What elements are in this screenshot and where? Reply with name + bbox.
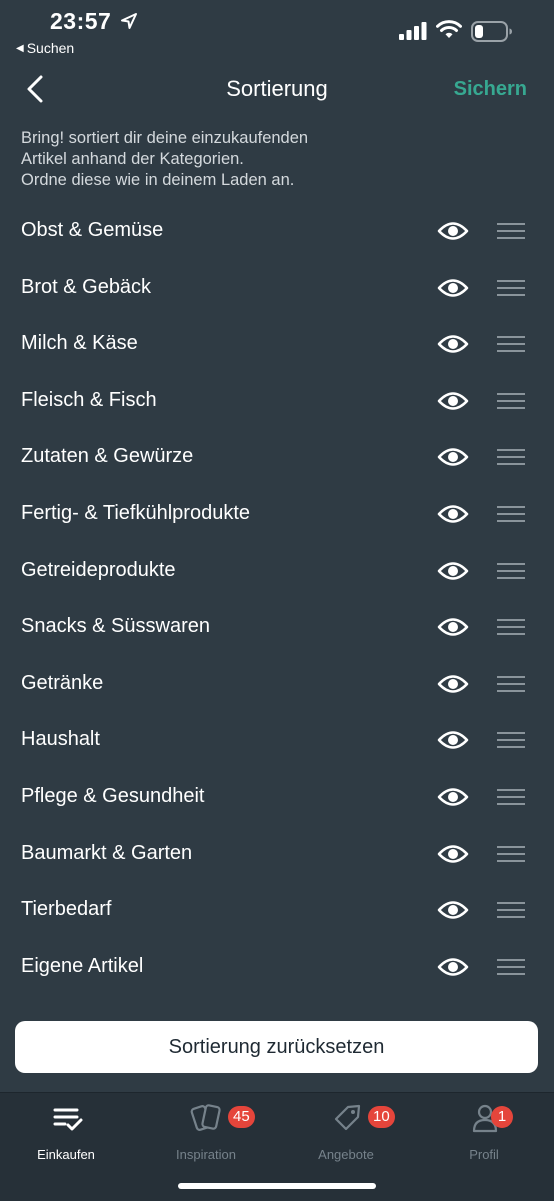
intro-line: Bring! sortiert dir deine einzukaufenden: [21, 129, 309, 147]
category-label: Eigene Artikel: [21, 954, 144, 977]
visibility-eye-icon[interactable]: [437, 502, 469, 526]
visibility-eye-icon[interactable]: [437, 955, 469, 979]
category-row[interactable]: Pflege & Gesundheit: [0, 769, 554, 826]
tab-angebote[interactable]: 10 Angebote: [286, 1101, 406, 1162]
drag-handle-icon[interactable]: [496, 845, 526, 863]
visibility-eye-icon[interactable]: [437, 898, 469, 922]
drag-handle-icon[interactable]: [496, 958, 526, 976]
drag-handle-icon[interactable]: [496, 335, 526, 353]
angebote-badge: 10: [368, 1106, 395, 1128]
back-app-label: Suchen: [26, 40, 75, 56]
drag-handle-icon[interactable]: [496, 901, 526, 919]
back-triangle-icon: ◀: [16, 42, 24, 54]
visibility-eye-icon[interactable]: [437, 728, 469, 752]
visibility-eye-icon[interactable]: [437, 615, 469, 639]
wifi-icon: [436, 20, 462, 38]
drag-handle-icon[interactable]: [496, 505, 526, 523]
drag-handle-icon[interactable]: [496, 279, 526, 297]
category-label: Brot & Gebäck: [21, 275, 152, 298]
drag-handle-icon[interactable]: [496, 675, 526, 693]
drag-handle-icon[interactable]: [496, 448, 526, 466]
visibility-eye-icon[interactable]: [437, 389, 469, 413]
cards-icon: [190, 1104, 221, 1131]
visibility-eye-icon[interactable]: [437, 672, 469, 696]
category-row[interactable]: Tierbedarf: [0, 882, 554, 939]
inspiration-badge: 45: [228, 1106, 255, 1128]
category-label: Zutaten & Gewürze: [21, 445, 194, 468]
visibility-eye-icon[interactable]: [437, 785, 469, 809]
category-label: Fertig- & Tiefkühlprodukte: [21, 501, 250, 524]
reset-sorting-button[interactable]: Sortierung zurücksetzen: [15, 1021, 538, 1073]
category-row[interactable]: Eigene Artikel: [0, 939, 554, 996]
category-label: Haushalt: [21, 728, 100, 751]
category-row[interactable]: Snacks & Süsswaren: [0, 599, 554, 656]
save-button[interactable]: Sichern: [454, 78, 527, 101]
category-label: Baumarkt & Garten: [21, 841, 193, 864]
intro-text: Bring! sortiert dir deine einzukaufenden…: [21, 128, 308, 191]
category-label: Pflege & Gesundheit: [21, 784, 205, 807]
drag-handle-icon[interactable]: [496, 392, 526, 410]
visibility-eye-icon[interactable]: [437, 559, 469, 583]
back-to-app-link[interactable]: ◀ Suchen: [16, 40, 74, 56]
category-row[interactable]: Haushalt: [0, 712, 554, 769]
category-label: Getränke: [21, 671, 104, 694]
tab-label: Angebote: [318, 1147, 374, 1162]
category-label: Tierbedarf: [21, 898, 112, 921]
category-row[interactable]: Fertig- & Tiefkühlprodukte: [0, 486, 554, 543]
category-label: Snacks & Süsswaren: [21, 615, 210, 638]
drag-handle-icon[interactable]: [496, 788, 526, 806]
tab-label: Profil: [469, 1147, 499, 1162]
category-row[interactable]: Milch & Käse: [0, 316, 554, 373]
tab-inspiration[interactable]: 45 Inspiration: [146, 1101, 266, 1162]
intro-line: Ordne diese wie in deinem Laden an.: [21, 171, 295, 189]
status-time: 23:57: [50, 8, 112, 34]
drag-handle-icon[interactable]: [496, 562, 526, 580]
home-indicator: [178, 1183, 376, 1189]
visibility-eye-icon[interactable]: [437, 276, 469, 300]
list-check-icon: [53, 1108, 83, 1131]
intro-line: Artikel anhand der Kategorien.: [21, 150, 244, 168]
category-list: Obst & Gemüse Brot & Gebäck Milch & Käse: [0, 203, 554, 995]
drag-handle-icon[interactable]: [496, 731, 526, 749]
visibility-eye-icon[interactable]: [437, 219, 469, 243]
category-label: Fleisch & Fisch: [21, 388, 157, 411]
category-label: Milch & Käse: [21, 332, 138, 355]
drag-handle-icon[interactable]: [496, 618, 526, 636]
category-row[interactable]: Baumarkt & Garten: [0, 826, 554, 883]
tab-label: Einkaufen: [37, 1147, 95, 1162]
cellular-signal-icon: [399, 22, 427, 40]
category-row[interactable]: Brot & Gebäck: [0, 260, 554, 317]
profil-badge: 1: [491, 1106, 513, 1128]
category-row[interactable]: Getränke: [0, 656, 554, 713]
category-label: Obst & Gemüse: [21, 219, 164, 241]
category-row[interactable]: Fleisch & Fisch: [0, 373, 554, 430]
visibility-eye-icon[interactable]: [437, 332, 469, 356]
location-arrow-icon: [121, 13, 137, 29]
visibility-eye-icon[interactable]: [437, 445, 469, 469]
battery-icon: [471, 21, 512, 42]
category-row[interactable]: Zutaten & Gewürze: [0, 429, 554, 486]
drag-handle-icon[interactable]: [496, 222, 526, 240]
visibility-eye-icon[interactable]: [437, 842, 469, 866]
tab-einkaufen[interactable]: Einkaufen: [6, 1101, 126, 1162]
category-row[interactable]: Getreideprodukte: [0, 543, 554, 600]
category-row[interactable]: Obst & Gemüse: [0, 203, 554, 260]
status-bar: 23:57 ◀ Suchen: [0, 0, 554, 60]
tab-profil[interactable]: 1 Profil: [424, 1101, 544, 1162]
category-label: Getreideprodukte: [21, 558, 176, 581]
tag-icon: [334, 1104, 361, 1131]
tab-label: Inspiration: [176, 1147, 236, 1162]
